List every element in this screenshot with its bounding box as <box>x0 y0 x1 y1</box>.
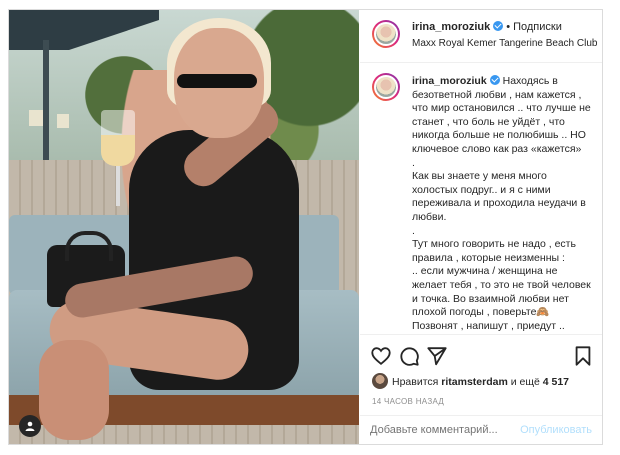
instagram-post: irina_moroziuk • Подписки Maxx Royal Kemer… <box>8 9 603 445</box>
caption-line: . <box>412 224 415 237</box>
user-tag-icon[interactable] <box>19 415 41 437</box>
liker-username[interactable]: ritamsterdam <box>441 376 508 388</box>
add-comment-bar: Опубликовать <box>360 415 602 444</box>
heart-icon[interactable] <box>370 345 392 367</box>
follow-status-button[interactable]: Подписки <box>513 21 562 33</box>
verified-badge-icon <box>489 75 500 85</box>
caption-line: .. если мужчина / женщина не желает тебя… <box>412 265 594 319</box>
photo-lamp <box>29 110 43 126</box>
photo-sunglasses <box>177 74 257 88</box>
caption-line: . <box>412 156 415 169</box>
photo-umbrella-pole <box>43 40 49 160</box>
verified-badge-icon <box>493 21 504 31</box>
likes-middle: и ещё <box>510 376 540 388</box>
publish-button[interactable]: Опубликовать <box>520 424 592 436</box>
header-username[interactable]: irina_moroziuk <box>412 21 490 33</box>
caption-line: Как вы знаете у меня много холостых подр… <box>412 170 589 223</box>
comment-icon[interactable] <box>398 345 420 367</box>
comment-input[interactable] <box>370 424 520 436</box>
header-username-row: irina_moroziuk • Подписки <box>412 21 562 33</box>
photo-wine-glass <box>101 110 135 166</box>
photo-lamp <box>57 114 69 128</box>
likes-prefix: Нравится <box>392 376 439 388</box>
post-side-panel: irina_moroziuk • Подписки Maxx Royal Kemer… <box>360 10 602 444</box>
avatar[interactable] <box>372 373 388 389</box>
comments-area: irina_moroziuk Находясь в безответной лю… <box>360 63 602 333</box>
post-caption: irina_moroziuk Находясь в безответной лю… <box>412 75 594 333</box>
likes-count[interactable]: 4 517 <box>543 376 569 388</box>
post-photo[interactable] <box>9 10 359 444</box>
action-icons-row <box>370 345 594 369</box>
bookmark-icon[interactable] <box>572 345 594 367</box>
share-icon[interactable] <box>426 345 448 367</box>
likes-summary: Нравится ritamsterdam и ещё 4 517 <box>372 373 569 389</box>
photo-person-leg <box>39 340 109 440</box>
caption-paragraph: irina_moroziuk Находясь в безответной лю… <box>412 75 594 157</box>
avatar[interactable] <box>372 73 400 101</box>
caption-line: Позвонят , напишут , приедут .. <box>412 319 565 332</box>
location-link[interactable]: Maxx Royal Kemer Tangerine Beach Club <box>412 38 597 49</box>
avatar[interactable] <box>372 20 400 48</box>
post-actions: Нравится ritamsterdam и ещё 4 517 14 ЧАС… <box>360 334 602 444</box>
post-header: irina_moroziuk • Подписки Maxx Royal Kemer… <box>360 10 602 63</box>
caption-line: Тут много говорить не надо , есть правил… <box>412 238 579 264</box>
separator-dot: • <box>506 21 511 33</box>
caption-username[interactable]: irina_moroziuk <box>412 75 487 87</box>
photo-wine-glass-stem <box>116 166 120 206</box>
post-timestamp[interactable]: 14 ЧАСОВ НАЗАД <box>372 397 444 406</box>
